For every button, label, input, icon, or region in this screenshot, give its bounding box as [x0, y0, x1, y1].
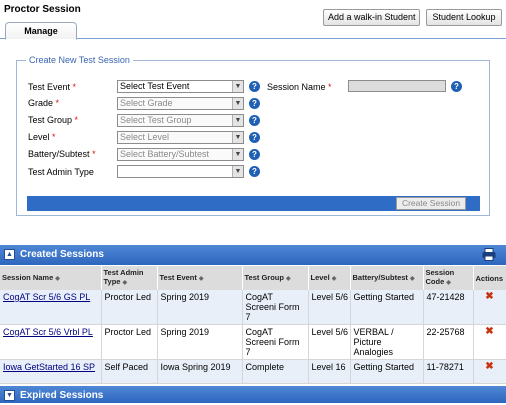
test-group-select[interactable]: Select Test Group ▼: [117, 114, 244, 127]
required-mark: *: [52, 132, 56, 142]
question-icon[interactable]: ?: [451, 81, 462, 92]
level-label: Level *: [28, 132, 56, 142]
dropdown-arrow-icon: ▼: [232, 81, 243, 92]
test-event-cell: Spring 2019: [157, 290, 243, 325]
required-mark: *: [74, 115, 79, 125]
sort-icon: ◆: [122, 280, 128, 286]
battery-subtest-label: Battery/Subtest *: [28, 149, 96, 159]
question-icon[interactable]: ?: [249, 115, 260, 126]
admin-type-cell: Proctor Led: [101, 324, 158, 360]
column-header-session-code[interactable]: Session Code ◆: [423, 266, 474, 290]
admin-type-cell: Proctor Led: [101, 290, 158, 325]
table-row: Iowa GetStarted 16 SP Self Paced Iowa Sp…: [0, 359, 506, 384]
test-admin-type-select[interactable]: ▼: [117, 165, 244, 178]
question-icon[interactable]: ?: [249, 149, 260, 160]
table-row: CogAT Scr 5/6 Vrbl PL Proctor Led Spring…: [0, 324, 506, 360]
sort-icon: ◆: [446, 280, 451, 286]
test-event-cell: Iowa Spring 2019: [157, 359, 243, 384]
test-group-label: Test Group *: [28, 115, 79, 125]
level-cell: Level 5/6: [308, 290, 351, 325]
sort-icon: ◆: [331, 275, 337, 282]
question-icon[interactable]: ?: [249, 132, 260, 143]
expired-sessions-header: ▼ Expired Sessions: [0, 386, 506, 403]
session-code-cell: 47-21428: [423, 290, 474, 325]
grade-select[interactable]: Select Grade ▼: [117, 97, 244, 110]
column-header-battery-subtest[interactable]: Battery/Subtest ◆: [350, 266, 424, 290]
battery-cell: Getting Started: [350, 290, 424, 325]
admin-type-cell: Self Paced: [101, 359, 158, 384]
session-name-link[interactable]: Iowa GetStarted 16 SP: [3, 362, 95, 372]
test-event-select[interactable]: Select Test Event ▼: [117, 80, 244, 93]
collapse-icon[interactable]: ▲: [4, 249, 15, 260]
test-group-cell: CogAT Screeni Form 7: [242, 324, 309, 360]
level-select[interactable]: Select Level ▼: [117, 131, 244, 144]
delete-icon[interactable]: ✖: [473, 359, 506, 384]
battery-cell: VERBAL / Picture Analogies: [350, 324, 424, 360]
sort-icon: ◆: [409, 275, 415, 282]
dropdown-arrow-icon: ▼: [232, 98, 243, 109]
test-group-cell: CogAT Screeni Form 7: [242, 290, 309, 325]
battery-subtest-select[interactable]: Select Battery/Subtest ▼: [117, 148, 244, 161]
create-session-legend: Create New Test Session: [26, 55, 133, 65]
session-name-label: Session Name *: [267, 82, 332, 92]
expand-icon[interactable]: ▼: [4, 390, 15, 401]
session-name-link[interactable]: CogAT Scr 5/6 Vrbl PL: [3, 327, 93, 337]
created-sessions-table: Session Name ◆ Test Admin Type ◆ Test Even…: [0, 266, 506, 384]
column-header-session-name[interactable]: Session Name ◆: [0, 266, 102, 290]
sort-icon: ◆: [198, 275, 204, 282]
delete-icon[interactable]: ✖: [473, 324, 506, 360]
student-lookup-button[interactable]: Student Lookup: [426, 9, 502, 26]
grade-label: Grade *: [28, 98, 60, 108]
test-group-cell: Complete: [242, 359, 309, 384]
create-session-button[interactable]: Create Session: [396, 197, 466, 210]
required-mark: *: [92, 149, 96, 159]
required-mark: *: [72, 82, 77, 92]
required-mark: *: [55, 98, 60, 108]
column-header-level[interactable]: Level ◆: [308, 266, 351, 290]
column-header-actions: Actions: [473, 266, 506, 290]
table-row: CogAT Scr 5/6 GS PL Proctor Led Spring 2…: [0, 290, 506, 325]
table-header-row: Session Name ◆ Test Admin Type ◆ Test Even…: [0, 266, 506, 290]
question-icon[interactable]: ?: [249, 166, 260, 177]
session-code-cell: 22-25768: [423, 324, 474, 360]
session-name-input[interactable]: [348, 80, 446, 92]
expired-sessions-title: Expired Sessions: [20, 390, 104, 401]
session-name-link[interactable]: CogAT Scr 5/6 GS PL: [3, 292, 90, 302]
column-header-test-event[interactable]: Test Event ◆: [157, 266, 243, 290]
created-sessions-title: Created Sessions: [20, 249, 104, 260]
delete-icon[interactable]: ✖: [473, 290, 506, 325]
printer-icon[interactable]: [482, 248, 496, 261]
battery-cell: Getting Started: [350, 359, 424, 384]
question-icon[interactable]: ?: [249, 98, 260, 109]
add-walkin-student-button[interactable]: Add a walk-in Student: [323, 9, 420, 26]
sort-icon: ◆: [55, 275, 60, 282]
test-event-label: Test Event *: [28, 82, 77, 92]
column-header-test-group[interactable]: Test Group ◆: [242, 266, 309, 290]
dropdown-arrow-icon: ▼: [232, 149, 243, 160]
dropdown-arrow-icon: ▼: [232, 166, 243, 177]
level-cell: Level 5/6: [308, 324, 351, 360]
column-header-test-admin-type[interactable]: Test Admin Type ◆: [101, 266, 158, 290]
level-cell: Level 16: [308, 359, 351, 384]
dropdown-arrow-icon: ▼: [232, 115, 243, 126]
test-event-cell: Spring 2019: [157, 324, 243, 360]
tab-manage[interactable]: Manage: [5, 22, 77, 40]
page-title: Proctor Session: [4, 4, 81, 15]
dropdown-arrow-icon: ▼: [232, 132, 243, 143]
question-icon[interactable]: ?: [249, 81, 260, 92]
created-sessions-header: ▲ Created Sessions: [0, 245, 506, 265]
required-mark: *: [328, 82, 332, 92]
sort-icon: ◆: [285, 275, 291, 282]
test-admin-type-label: Test Admin Type: [28, 167, 94, 177]
session-code-cell: 11-78271: [423, 359, 474, 384]
